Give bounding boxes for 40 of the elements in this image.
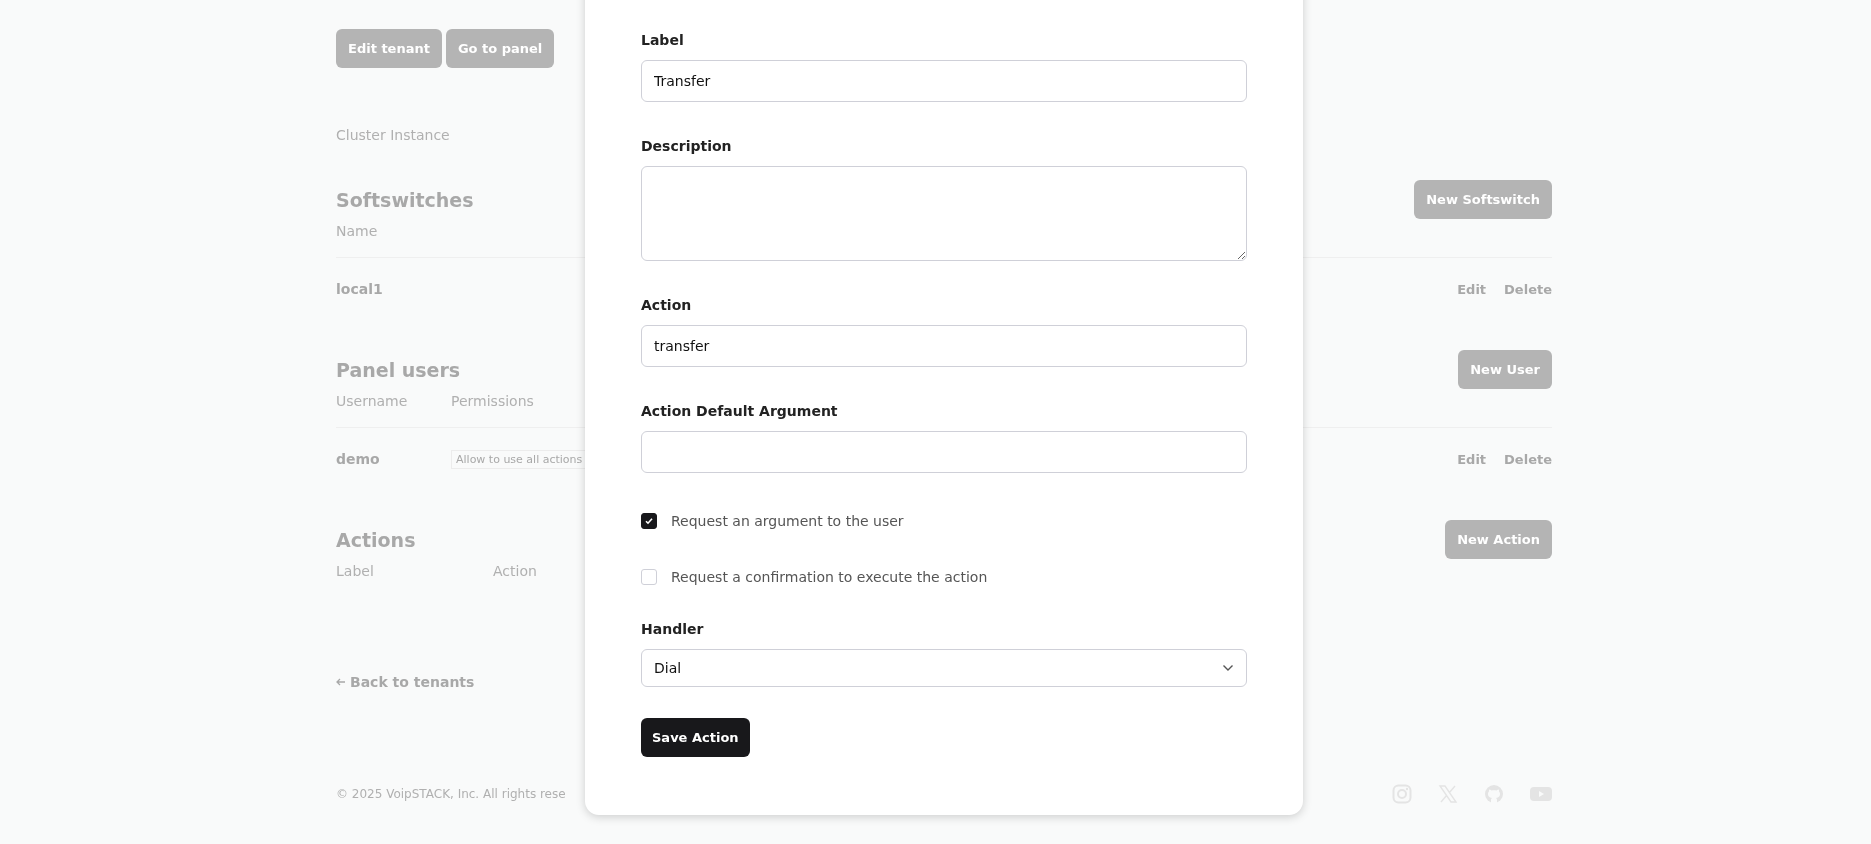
checkbox[interactable]	[641, 513, 657, 529]
field-label: Action Default Argument	[641, 402, 839, 421]
row-action-link[interactable]: Delete	[1504, 281, 1552, 297]
check-icon	[644, 516, 654, 526]
back-link[interactable]: Back to tenants	[350, 674, 475, 690]
header-button[interactable]: Go to panel	[445, 29, 555, 68]
new-button[interactable]: New Action	[1445, 520, 1552, 559]
column-header: Action	[493, 562, 537, 581]
textarea-field[interactable]	[641, 166, 1247, 261]
section-title: Softswitches	[336, 188, 474, 213]
field-label: Action	[641, 296, 693, 315]
column-header: Permissions	[451, 392, 534, 411]
cluster-label: Cluster Instance	[336, 126, 450, 145]
table-cell-text: demo	[336, 451, 381, 467]
input-field[interactable]	[641, 431, 1247, 473]
field-label: Label	[641, 31, 685, 50]
checkbox-label: Request an argument to the user	[671, 513, 904, 529]
arrow-left-icon	[336, 677, 346, 687]
row-action-link[interactable]: Edit	[1457, 451, 1487, 467]
select-dropdown[interactable]: Dial	[641, 649, 1247, 687]
column-header: Username	[336, 392, 409, 411]
row-action-link[interactable]: Delete	[1504, 451, 1552, 467]
header-button[interactable]: Edit tenant	[336, 29, 442, 68]
section-title: Panel users	[336, 358, 462, 383]
new-button[interactable]: New User	[1458, 350, 1552, 389]
field-label: Description	[641, 137, 733, 156]
column-header: Label	[336, 562, 375, 581]
field-label: Handler	[641, 620, 705, 639]
row-action-link[interactable]: Edit	[1457, 281, 1487, 297]
permission-tag: Allow to use all actions	[451, 449, 588, 469]
input-field[interactable]: Transfer	[641, 60, 1247, 102]
section-title: Actions	[336, 528, 417, 553]
checkbox-label: Request a confirmation to execute the action	[671, 569, 988, 585]
table-cell: local1	[336, 281, 383, 297]
input-field[interactable]: transfer	[641, 325, 1247, 367]
column-header: Name	[336, 222, 378, 241]
new-button[interactable]: New Softswitch	[1414, 180, 1552, 219]
copyright-text: © 2025 VoipSTACK, Inc. All rights rese	[336, 787, 566, 801]
save-button[interactable]: Save Action	[641, 718, 750, 757]
chevron-down-icon	[1222, 664, 1234, 672]
